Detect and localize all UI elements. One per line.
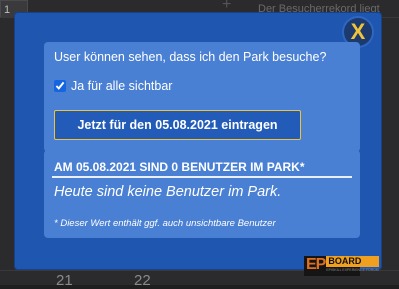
users-message: Heute sind keine Benutzer im Park. <box>54 184 282 200</box>
park-users-panel: AM 05.08.2021 SIND 0 BENUTZER IM PARK* H… <box>44 150 360 238</box>
park-visit-modal: X User können sehen, dass ich den Park b… <box>14 12 382 270</box>
ep-board-logo: EP BOARD EPISKILL EXPERIENCE FORUM <box>304 256 379 276</box>
visible-to-all-checkbox[interactable] <box>54 80 66 92</box>
calendar-day-number: 22 <box>134 272 151 289</box>
visibility-question: User können sehen, dass ich den Park bes… <box>54 50 327 64</box>
background-plus-icon: + <box>222 0 232 13</box>
visible-to-all-label: Ja für alle sichtbar <box>71 79 173 93</box>
users-footnote: * Dieser Wert enthält ggf. auch unsichtb… <box>54 218 276 229</box>
logo-ep-text: EP <box>306 256 326 273</box>
logo-board-text: BOARD <box>326 256 379 267</box>
calendar-day-number: 21 <box>56 272 73 289</box>
visibility-panel: User können sehen, dass ich den Park bes… <box>44 42 360 152</box>
register-visit-button[interactable]: Jetzt für den 05.08.2021 eintragen <box>54 110 301 140</box>
logo-tagline: EPISKILL EXPERIENCE FORUM <box>326 268 379 272</box>
visibility-option[interactable]: Ja für alle sichtbar <box>54 79 172 93</box>
logo-board-wrap: BOARD EPISKILL EXPERIENCE FORUM <box>326 256 379 273</box>
divider <box>52 176 352 178</box>
users-count-heading: AM 05.08.2021 SIND 0 BENUTZER IM PARK* <box>54 160 305 174</box>
